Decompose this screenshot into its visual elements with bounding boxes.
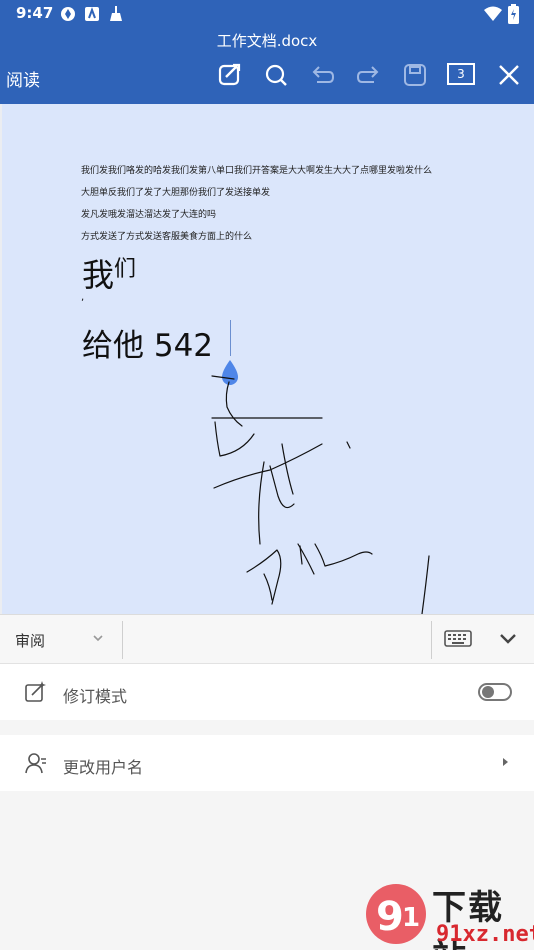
watermark-logo-icon: 9 1 (366, 884, 426, 944)
read-mode-button[interactable]: 阅读 (6, 66, 40, 91)
chevron-down-icon[interactable] (92, 633, 104, 643)
watermark: 9 1 下载站 91xz.net (362, 878, 534, 950)
user-icon (25, 753, 46, 774)
collapse-chevron-icon[interactable] (498, 631, 518, 647)
watermark-url: 91xz.net (436, 922, 534, 947)
broom-icon (110, 6, 122, 21)
document-title: 工作文档.docx (216, 32, 318, 50)
search-icon[interactable] (263, 62, 289, 88)
review-mode-select[interactable]: 审阅 (15, 630, 45, 651)
change-username-label: 更改用户名 (63, 758, 144, 777)
close-icon[interactable] (496, 62, 522, 88)
undo-icon[interactable] (309, 62, 335, 88)
aperture-icon (61, 7, 75, 21)
divider (431, 621, 432, 659)
toggle-knob (482, 686, 494, 698)
app-a-icon (85, 7, 99, 21)
redo-icon[interactable] (356, 62, 382, 88)
edit-icon[interactable] (217, 62, 243, 88)
revision-mode-toggle[interactable] (478, 683, 512, 701)
keyboard-icon[interactable] (444, 629, 472, 649)
svg-text:9: 9 (376, 894, 404, 940)
chevron-right-icon (503, 758, 508, 766)
revision-mode-row[interactable]: 修订模式 (0, 664, 534, 720)
document-viewport[interactable]: 我们发我们咯发的哈发我们发第八单口我们开答案是大大啊发生大大了点哪里发啦发什么 … (0, 104, 534, 614)
revision-mode-label: 修订模式 (63, 687, 128, 706)
handwriting-ink (211, 375, 430, 614)
review-toolbar: 审阅 (0, 614, 534, 664)
document-toolbar: 工作文档.docx 阅读 3 (0, 28, 534, 104)
document-page[interactable]: 我们发我们咯发的哈发我们发第八单口我们开答案是大大啊发生大大了点哪里发啦发什么 … (2, 104, 534, 614)
svg-text:1: 1 (402, 903, 420, 933)
save-icon[interactable] (402, 62, 428, 88)
edit-note-icon (25, 681, 46, 702)
status-time: 9:47 (16, 4, 54, 22)
battery-icon (508, 4, 519, 24)
divider (122, 621, 123, 659)
page-count-button[interactable]: 3 (447, 63, 475, 85)
change-username-row[interactable]: 更改用户名 (0, 735, 534, 791)
wifi-icon (484, 6, 502, 21)
status-bar: 9:47 (0, 0, 534, 28)
